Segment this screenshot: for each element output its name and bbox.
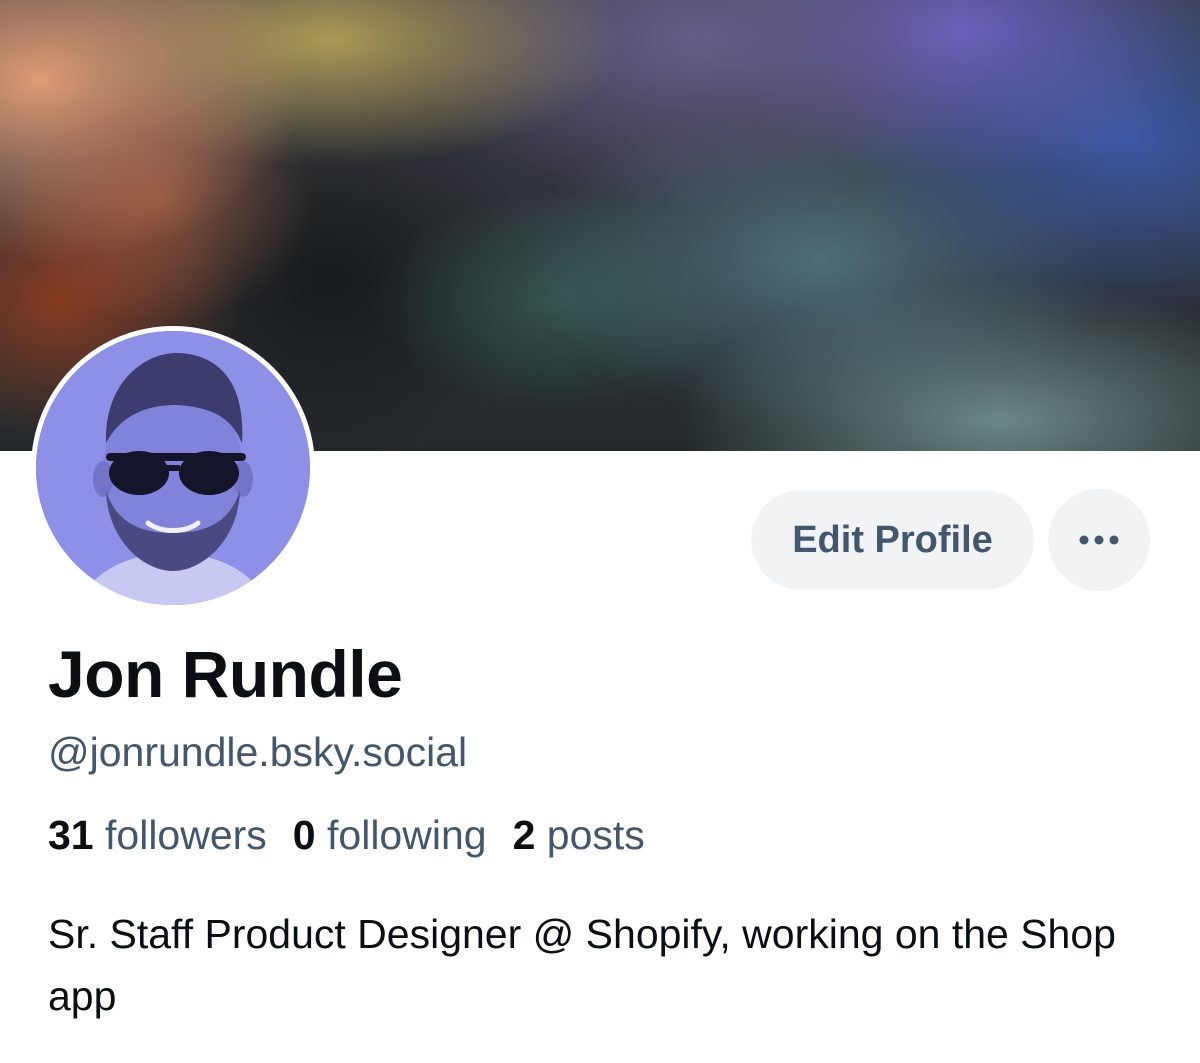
posts-count: 2 xyxy=(512,812,536,858)
posts-label: posts xyxy=(546,812,645,858)
profile-stats: 31 followers 0 following 2 posts xyxy=(48,810,671,860)
profile-handle: @jonrundle.bsky.social xyxy=(48,729,468,775)
avatar-photo xyxy=(36,331,310,605)
posts-link[interactable]: 2 posts xyxy=(513,810,645,860)
following-count: 0 xyxy=(292,812,316,858)
more-options-button[interactable] xyxy=(1048,489,1150,591)
followers-link[interactable]: 31 followers xyxy=(48,810,267,860)
following-link[interactable]: 0 following xyxy=(293,810,487,860)
profile-page: Edit Profile Jon Rundle @jonrundle.bsky.… xyxy=(0,0,1200,1063)
avatar[interactable] xyxy=(31,326,315,610)
followers-count: 31 xyxy=(48,812,94,858)
ellipsis-icon xyxy=(1079,535,1119,545)
followers-label: followers xyxy=(105,812,267,858)
following-label: following xyxy=(327,812,487,858)
profile-bio: Sr. Staff Product Designer @ Shopify, wo… xyxy=(48,911,1116,1019)
avatar-illustration xyxy=(36,331,310,605)
edit-profile-button[interactable]: Edit Profile xyxy=(751,490,1034,590)
display-name: Jon Rundle xyxy=(48,637,403,711)
